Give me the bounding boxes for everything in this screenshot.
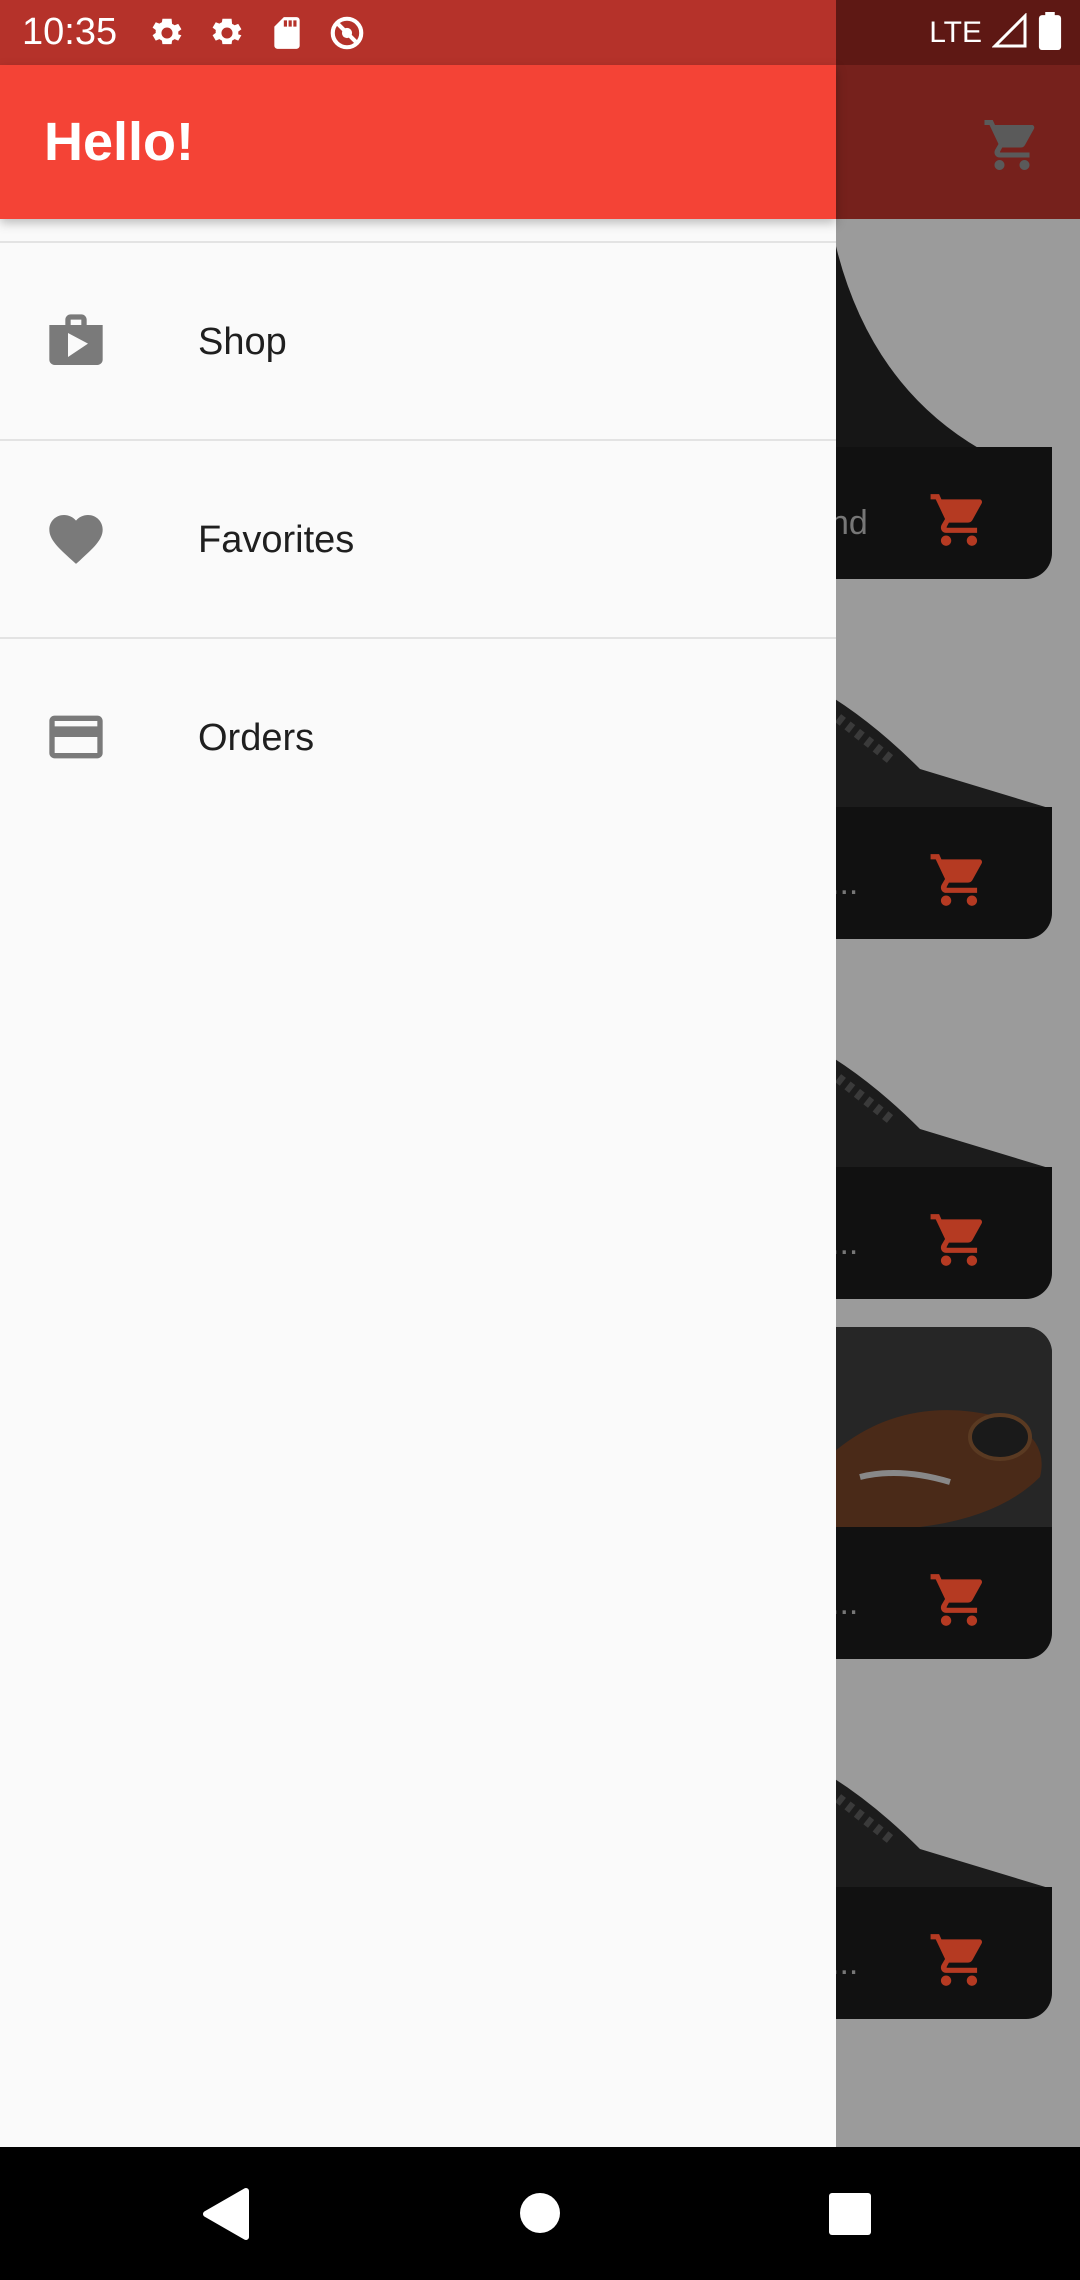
product-card: ... [800,1327,1052,1659]
product-card-footer: nd [800,447,1052,579]
status-icons-right: LTE [929,11,1062,55]
cart-icon [928,1209,990,1271]
cart-icon [928,1569,990,1631]
sd-card-icon [268,14,306,52]
drawer-item-favorites[interactable]: Favorites [0,441,836,637]
credit-card-icon [44,705,108,769]
battery-icon [1038,11,1062,55]
recents-icon[interactable] [829,2193,871,2235]
drawer-item-label: Favorites [198,519,355,561]
product-image [800,659,1052,809]
drawer-header: Hello! [0,65,836,219]
drawer-item-orders[interactable]: Orders [0,639,836,835]
drawer-item-label: Shop [198,321,287,363]
product-card-footer: ... [800,1527,1052,1659]
system-nav-bar [0,2147,1080,2280]
shop-icon [44,309,108,373]
drawer-title: Hello! [44,112,195,172]
product-card: ... [800,659,1052,939]
product-image [800,1019,1052,1169]
product-card: ... [800,1739,1052,2019]
network-type: LTE [929,16,982,49]
heart-icon [44,507,108,571]
product-image [800,219,1052,449]
navigation-drawer: Hello! Shop Favorites Orders [0,65,836,2147]
drawer-item-shop[interactable]: Shop [0,243,836,439]
product-card: ... [800,1019,1052,1299]
back-icon[interactable] [200,2187,252,2241]
settings-icon [208,14,246,52]
product-image [800,1739,1052,1889]
cart-icon [928,489,990,551]
cart-icon [928,1929,990,1991]
product-card-footer: ... [800,1167,1052,1299]
settings-icon [148,14,186,52]
product-card-footer: ... [800,807,1052,939]
drawer-item-label: Orders [198,717,315,759]
status-bar: 10:35 LTE [0,0,1080,65]
signal-icon [991,11,1028,54]
product-card-footer: ... [800,1887,1052,2019]
status-time: 10:35 [22,11,118,53]
status-bar-left: 10:35 [0,0,836,65]
status-icons-left [148,14,366,52]
no-disturb-icon [328,14,366,52]
cart-icon [982,115,1042,175]
product-card: nd [800,219,1052,579]
home-icon[interactable] [520,2193,560,2233]
product-image [800,1327,1052,1527]
cart-icon [928,849,990,911]
